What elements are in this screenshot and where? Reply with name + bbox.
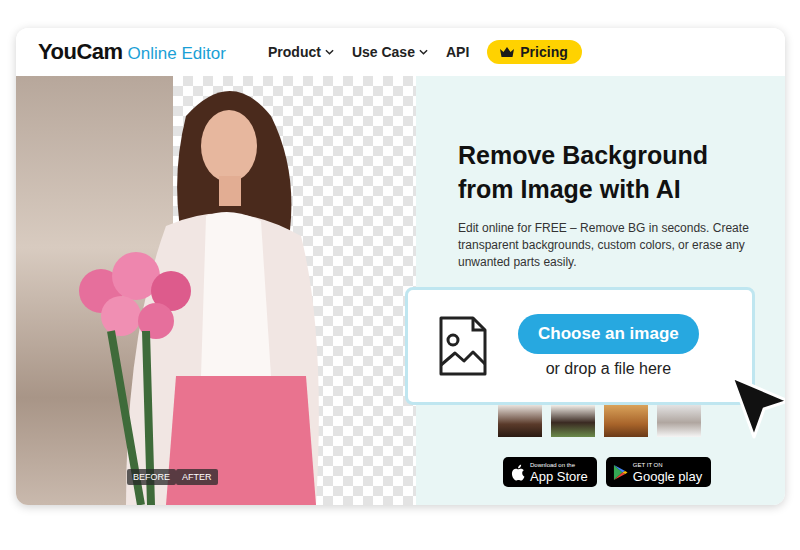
nav-label: API bbox=[446, 44, 469, 60]
title-line: Remove Background bbox=[458, 138, 765, 172]
description: Edit online for FREE – Remove BG in seco… bbox=[458, 220, 780, 271]
store-badges: Download on theApp Store GET IT ONGoogle … bbox=[503, 457, 765, 487]
crown-icon bbox=[499, 46, 515, 58]
apple-icon bbox=[510, 464, 525, 481]
upload-dropzone[interactable]: Choose an image or drop a file here bbox=[405, 287, 755, 405]
chevron-down-icon bbox=[419, 49, 428, 55]
store-badge[interactable]: Download on theApp Store bbox=[503, 457, 597, 487]
pricing-button[interactable]: Pricing bbox=[487, 40, 581, 64]
main-area: BEFOREAFTERRemove Backgroundfrom Image w… bbox=[16, 76, 785, 505]
store-caption: GET IT ON bbox=[633, 461, 702, 469]
sample-image[interactable] bbox=[657, 405, 701, 437]
sample-image[interactable] bbox=[498, 405, 542, 437]
store-text: GET IT ONGoogle play bbox=[633, 461, 702, 484]
nav-label: Product bbox=[268, 44, 321, 60]
store-caption: Download on the bbox=[530, 461, 588, 469]
store-badge[interactable]: GET IT ONGoogle play bbox=[606, 457, 711, 487]
nav-menu: Product Use Case API Pricing bbox=[268, 40, 582, 64]
image-file-icon bbox=[438, 315, 488, 377]
nav-label: Use Case bbox=[352, 44, 415, 60]
nav-item[interactable]: API bbox=[446, 44, 469, 60]
drop-hint: or drop a file here bbox=[546, 360, 671, 378]
sample-image[interactable] bbox=[604, 405, 648, 437]
upload-actions: Choose an image or drop a file here bbox=[518, 314, 699, 378]
choose-image-button[interactable]: Choose an image bbox=[518, 314, 699, 354]
page: YouCamOnline EditorProductUse CaseAPIPri… bbox=[0, 0, 800, 550]
pricing-label: Pricing bbox=[520, 44, 567, 60]
google-play-icon bbox=[613, 464, 628, 481]
logo-product: Online Editor bbox=[128, 44, 226, 64]
upload-panel: Remove Backgroundfrom Image with AI Edit … bbox=[416, 76, 785, 505]
woman-photo bbox=[16, 76, 416, 505]
nav-item[interactable]: Use Case bbox=[352, 44, 428, 60]
sample-images bbox=[498, 405, 765, 437]
store-name: Google play bbox=[633, 469, 702, 484]
logo[interactable]: YouCamOnline Editor bbox=[38, 39, 268, 65]
title-line: from Image with AI bbox=[458, 172, 765, 206]
logo-brand: YouCam bbox=[38, 39, 123, 65]
top-nav: YouCamOnline EditorProductUse CaseAPIPri… bbox=[16, 28, 785, 76]
mouse-cursor-icon bbox=[728, 373, 785, 443]
nav-item[interactable]: Product bbox=[268, 44, 334, 60]
sample-image[interactable] bbox=[551, 405, 595, 437]
before-after-photo: BEFOREAFTER bbox=[16, 76, 416, 505]
chevron-down-icon bbox=[325, 49, 334, 55]
before-label: BEFORE bbox=[127, 469, 176, 485]
store-name: App Store bbox=[530, 469, 588, 484]
page-title: Remove Backgroundfrom Image with AI bbox=[458, 138, 765, 206]
browser-card: YouCamOnline EditorProductUse CaseAPIPri… bbox=[16, 28, 785, 505]
after-label: AFTER bbox=[176, 469, 218, 485]
store-text: Download on theApp Store bbox=[530, 461, 588, 484]
